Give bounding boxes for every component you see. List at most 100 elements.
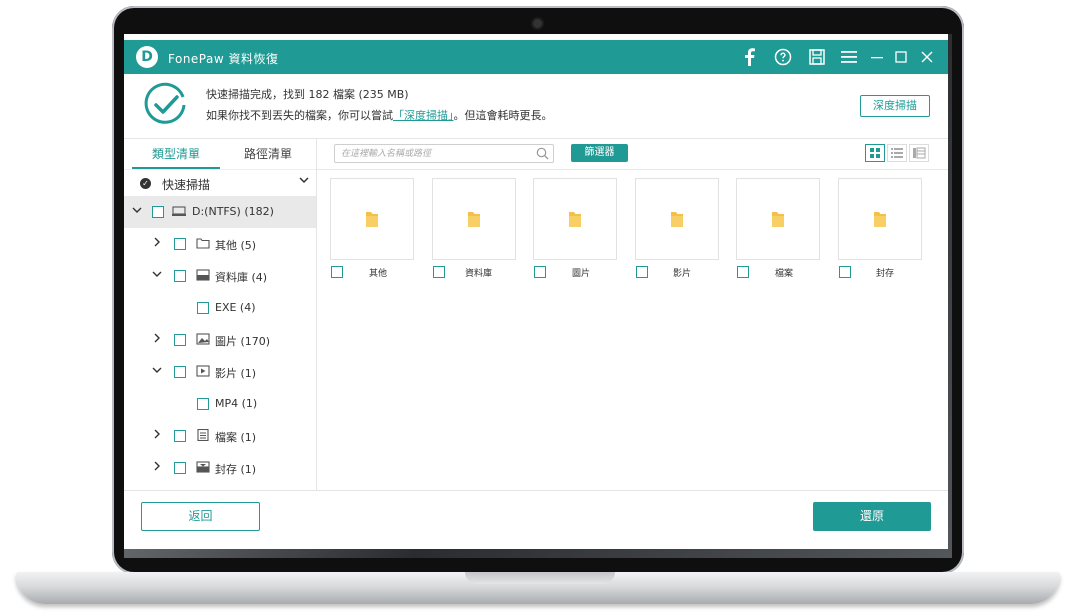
sidebar: 類型清單 路徑清單 ✓ 快速掃描 D:(NTFS) (182) 其他 (5) 資… (124, 139, 317, 490)
folder-icon (366, 212, 378, 227)
laptop-notch (465, 572, 615, 584)
chevron-right-icon[interactable] (152, 429, 162, 442)
archive-icon (196, 461, 210, 473)
grid-view-icon[interactable] (865, 144, 885, 162)
folder-icon (569, 212, 581, 227)
tree-row-label: 檔案 (1) (215, 431, 257, 444)
tree-row-label: 影片 (1) (215, 367, 257, 380)
folder-label: 檔案 (775, 269, 794, 279)
save-icon[interactable] (806, 45, 828, 67)
folder-label: 圖片 (572, 269, 591, 279)
tree-row-label: MP4 (1) (215, 397, 258, 410)
folder-checkbox[interactable] (737, 266, 749, 278)
folder-card-database[interactable] (432, 178, 516, 260)
tree-checkbox[interactable] (174, 334, 186, 346)
folder-checkbox[interactable] (331, 266, 343, 278)
folder-icon (671, 212, 683, 227)
tree-row-archive[interactable]: 封存 (1) (124, 452, 316, 484)
tree-checkbox[interactable] (197, 302, 209, 314)
tree-row-drive[interactable]: D:(NTFS) (182) (124, 196, 316, 228)
tree-row-images[interactable]: 圖片 (170) (124, 324, 316, 356)
tree-row-documents[interactable]: 檔案 (1) (124, 420, 316, 452)
title-bar: D FonePaw 資料恢復 (124, 40, 948, 74)
chevron-down-icon[interactable] (152, 365, 162, 378)
tree-checkbox[interactable] (174, 366, 186, 378)
tree-row-other[interactable]: 其他 (5) (124, 228, 316, 260)
deep-scan-button[interactable]: 深度掃描 (860, 95, 930, 117)
bottom-bar: 返回 還原 (124, 490, 948, 549)
tree-checkbox[interactable] (197, 398, 209, 410)
app-logo: D (136, 46, 158, 68)
close-icon[interactable] (916, 45, 938, 67)
list-view-icon[interactable] (887, 144, 907, 162)
folder-card-other[interactable] (330, 178, 414, 260)
folder-card-documents[interactable] (736, 178, 820, 260)
image-icon (196, 333, 210, 345)
database-icon (196, 269, 210, 281)
scan-hint-suffix: 。但這會耗時更長。 (453, 109, 553, 122)
folder-card-archive[interactable] (838, 178, 922, 260)
folder-checkbox[interactable] (839, 266, 851, 278)
chevron-down-icon[interactable] (152, 269, 162, 282)
app-title: FonePaw 資料恢復 (168, 52, 279, 66)
tree-checkbox[interactable] (174, 430, 186, 442)
search-box[interactable] (334, 144, 554, 163)
deep-scan-link[interactable]: 「深度掃描」 (393, 109, 454, 122)
folder-card-images[interactable] (533, 178, 617, 260)
video-icon (196, 365, 210, 377)
folder-label: 封存 (876, 269, 895, 279)
tree-row-label: 圖片 (170) (215, 335, 271, 348)
folder-checkbox[interactable] (534, 266, 546, 278)
folder-label: 影片 (673, 269, 692, 279)
toolbar-divider (317, 169, 948, 170)
restore-button[interactable]: 還原 (813, 502, 931, 531)
search-input[interactable] (341, 145, 531, 162)
tree-row-database[interactable]: 資料庫 (4) (124, 260, 316, 292)
folder-checkbox[interactable] (433, 266, 445, 278)
check-dot-icon: ✓ (140, 178, 151, 189)
webcam (533, 19, 542, 28)
chevron-down-icon[interactable] (132, 205, 142, 218)
tab-path-list[interactable]: 路徑清單 (224, 139, 312, 169)
tree-row-label: EXE (4) (215, 301, 256, 314)
tree-checkbox[interactable] (152, 206, 164, 218)
facebook-icon[interactable] (738, 45, 760, 67)
tree-checkbox[interactable] (174, 462, 186, 474)
tab-type-list[interactable]: 類型清單 (132, 139, 220, 169)
tree-row-exe[interactable]: EXE (4) (124, 292, 316, 324)
app-window: D FonePaw 資料恢復 快速掃描完成，找到 182 檔案 (235 MB)… (124, 34, 948, 549)
folder-icon (874, 212, 886, 227)
tree-row-label: D:(NTFS) (182) (192, 205, 274, 218)
quick-scan-header[interactable]: ✓ 快速掃描 (124, 169, 316, 196)
detail-view-icon[interactable] (909, 144, 929, 162)
tree-checkbox[interactable] (174, 238, 186, 250)
tree-checkbox[interactable] (174, 270, 186, 282)
folder-icon (468, 212, 480, 227)
tree-row-label: 資料庫 (4) (215, 271, 268, 284)
folder-icon (196, 238, 210, 249)
search-icon[interactable] (536, 147, 549, 160)
menu-icon[interactable] (838, 45, 860, 67)
scan-hint-text: 如果你找不到丟失的檔案，你可以嘗試「深度掃描」。但這會耗時更長。 (206, 107, 553, 123)
feedback-icon[interactable] (772, 45, 794, 67)
view-mode-switcher (865, 144, 929, 162)
tree-row-mp4[interactable]: MP4 (1) (124, 388, 316, 420)
minimize-icon[interactable] (866, 45, 888, 67)
folder-label: 其他 (369, 269, 388, 279)
chevron-down-icon[interactable] (298, 174, 310, 189)
quick-scan-label: 快速掃描 (162, 178, 211, 192)
tree-row-label: 其他 (5) (215, 239, 257, 252)
chevron-right-icon[interactable] (152, 461, 162, 474)
folder-card-video[interactable] (635, 178, 719, 260)
scan-hint-prefix: 如果你找不到丟失的檔案，你可以嘗試 (206, 109, 393, 122)
folder-checkbox[interactable] (636, 266, 648, 278)
filter-button[interactable]: 篩選器 (571, 144, 628, 162)
tree-row-video[interactable]: 影片 (1) (124, 356, 316, 388)
maximize-icon[interactable] (890, 45, 912, 67)
scan-result-text: 快速掃描完成，找到 182 檔案 (235 MB) (206, 88, 409, 101)
chevron-right-icon[interactable] (152, 237, 162, 250)
folder-label: 資料庫 (465, 269, 493, 279)
chevron-right-icon[interactable] (152, 333, 162, 346)
scan-status-panel: 快速掃描完成，找到 182 檔案 (235 MB) 如果你找不到丟失的檔案，你可… (124, 74, 948, 139)
back-button[interactable]: 返回 (141, 502, 260, 531)
